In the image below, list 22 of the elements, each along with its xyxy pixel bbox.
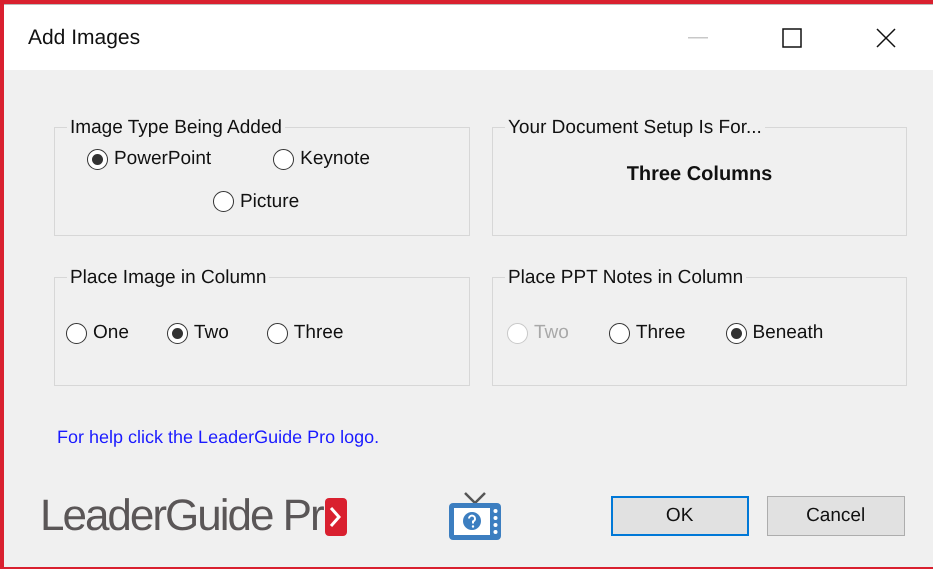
window-title: Add Images [28, 24, 142, 51]
arrow-tab-icon [324, 496, 347, 536]
radio-button[interactable]: Keynote [273, 145, 370, 174]
setup-value: Three Columns [626, 162, 772, 187]
dialog-button[interactable]: Cancel [766, 496, 905, 536]
radio-button[interactable]: Beneath [726, 319, 824, 348]
group-title: Image Type Being Added [69, 118, 283, 137]
tv-help-icon[interactable] [446, 491, 503, 541]
minimize-icon [688, 36, 708, 38]
radio-button[interactable]: Three [608, 319, 686, 348]
dialog-button[interactable]: OK [610, 496, 749, 536]
group-title: Place Image in Column [69, 268, 268, 287]
group-title: Place PPT Notes in Column [507, 268, 744, 287]
close-icon [876, 28, 896, 48]
radio-button[interactable]: Picture [213, 188, 300, 216]
help-text: For help click the LeaderGuide Pro logo. [57, 426, 380, 449]
radio-button[interactable]: Two [166, 319, 229, 348]
group-title: Your Document Setup Is For... [507, 118, 763, 137]
maximize-icon [782, 28, 802, 48]
radio-button[interactable]: PowerPoint [87, 145, 212, 174]
radio-button[interactable]: One [66, 319, 129, 348]
radio-button[interactable]: Three [266, 319, 344, 348]
